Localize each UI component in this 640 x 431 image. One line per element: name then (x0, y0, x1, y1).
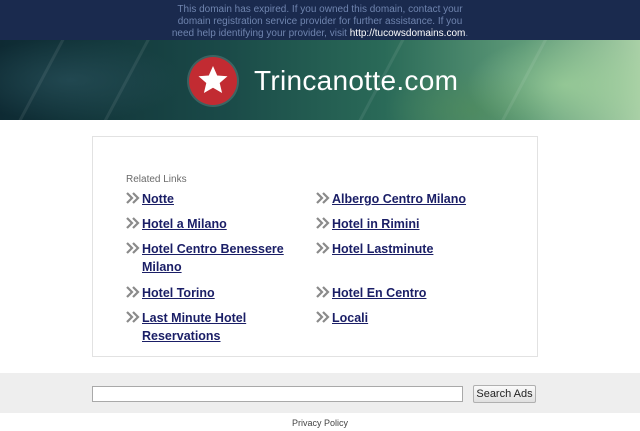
notice-line-3: need help identifying your provider, vis… (0, 28, 640, 40)
related-link-text[interactable]: Hotel Lastminute (332, 240, 497, 258)
site-title: Trincanotte.com (254, 65, 459, 96)
related-link-text[interactable]: Hotel Torino (142, 284, 307, 302)
double-chevron-right-icon (316, 311, 330, 323)
tucows-link[interactable]: http://tucowsdomains.com (350, 28, 466, 39)
expired-notice: This domain has expired. If you owned th… (0, 0, 640, 40)
related-link-text[interactable]: Hotel En Centro (332, 284, 497, 302)
double-chevron-right-icon (126, 192, 140, 204)
star-icon (198, 66, 228, 93)
related-link-text[interactable]: Hotel in Rimini (332, 215, 497, 233)
related-link-text[interactable]: Last Minute Hotel (142, 309, 307, 327)
banner-decoration (487, 40, 556, 120)
notice-line-3-prefix: need help identifying your provider, vis… (171, 28, 350, 39)
related-link-text[interactable]: Hotel Centro Benessere (142, 240, 307, 258)
double-chevron-right-icon (316, 286, 330, 298)
double-chevron-right-icon (316, 242, 330, 254)
double-chevron-right-icon (126, 286, 140, 298)
banner-decoration (7, 40, 76, 120)
double-chevron-right-icon (126, 217, 140, 229)
notice-line-1: This domain has expired. If you owned th… (177, 4, 463, 15)
double-chevron-right-icon (316, 217, 330, 229)
related-link-text[interactable]: Hotel a Milano (142, 215, 307, 233)
related-link-text[interactable]: Locali (332, 309, 497, 327)
double-chevron-right-icon (316, 192, 330, 204)
related-links-label: Related Links (126, 174, 187, 185)
related-link-text-line2[interactable]: Milano (142, 258, 307, 276)
privacy-policy-link[interactable]: Privacy Policy (292, 418, 348, 428)
double-chevron-right-icon (126, 311, 140, 323)
site-logo (189, 57, 237, 105)
footer: Privacy Policy (0, 413, 640, 431)
notice-line-2: domain registration service provider for… (177, 16, 463, 27)
notice-line-3-suffix: . (465, 28, 469, 39)
related-link-text[interactable]: Albergo Centro Milano (332, 190, 497, 208)
header-banner: Trincanotte.com (0, 40, 640, 120)
related-link-text[interactable]: Notte (142, 190, 307, 208)
search-input[interactable] (92, 386, 463, 402)
search-ads-button[interactable]: Search Ads (473, 385, 536, 403)
banner-decoration (87, 40, 156, 120)
double-chevron-right-icon (126, 242, 140, 254)
related-link-text-line2[interactable]: Reservations (142, 327, 307, 345)
